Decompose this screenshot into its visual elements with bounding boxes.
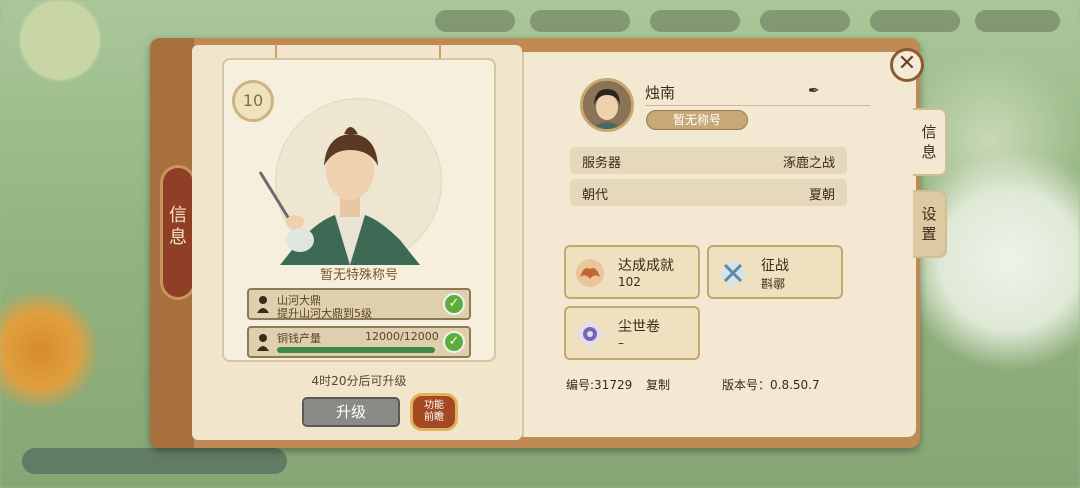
upgrade-task: 山河大鼎 提升山河大鼎到5级 ✓ [247, 288, 471, 320]
task-progress-fill [277, 347, 435, 353]
official-figure-icon [257, 296, 269, 313]
avatar[interactable] [580, 78, 634, 132]
avatar-portrait [583, 81, 631, 129]
tab-info[interactable]: 信息 [913, 108, 947, 176]
scroll-emblem-icon [575, 319, 605, 349]
row-key: 服务器 [582, 156, 622, 171]
feature-preview-button[interactable]: 功能 前瞻 [410, 393, 458, 431]
crossed-swords-icon [718, 258, 748, 288]
close-icon: ✕ [897, 51, 917, 76]
task-progress-bar [277, 347, 435, 353]
upgrade-button[interactable]: 升级 [302, 397, 400, 427]
phoenix-icon [576, 259, 604, 287]
achievement-card[interactable]: 达成成就 102 [564, 245, 700, 299]
top-status-pill [760, 10, 850, 32]
copy-button[interactable]: 复制 [646, 376, 670, 393]
task-progress-value: 12000/12000 [365, 330, 439, 343]
card-value: 斟鄩 [761, 277, 786, 291]
check-icon: ✓ [443, 331, 465, 353]
upgrade-task: 铜钱产量 12000/12000 ✓ [247, 326, 471, 358]
top-status-pill [650, 10, 740, 32]
info-row-server: 服务器 涿鹿之战 [570, 147, 847, 174]
title-badge[interactable]: 暂无称号 [646, 110, 748, 130]
row-key: 朝代 [582, 188, 609, 203]
edit-pen-icon[interactable]: ✒ [808, 83, 824, 99]
card-name: 尘世卷 [618, 319, 660, 335]
tab-settings[interactable]: 设置 [913, 190, 947, 258]
top-status-pill [530, 10, 630, 32]
name-underline [645, 105, 870, 106]
version-label: 版本号：0.8.50.7 [722, 378, 820, 392]
check-icon: ✓ [443, 293, 465, 315]
preview-label-line: 前瞻 [424, 412, 444, 423]
info-row-dynasty: 朝代 夏朝 [570, 179, 847, 206]
card-name: 征战 [761, 258, 789, 274]
task-description: 提升山河大鼎到5级 [277, 307, 372, 320]
top-status-pill [870, 10, 960, 32]
preview-label-line: 功能 [424, 400, 444, 411]
player-id: 编号:31729 [566, 378, 633, 392]
top-status-pill [975, 10, 1060, 32]
upgrade-countdown: 4时20分后可升级 [311, 374, 407, 388]
player-name: 烛南 [645, 84, 676, 102]
official-figure-icon [257, 334, 269, 351]
card-value: 102 [618, 275, 641, 289]
chat-bar [22, 448, 287, 474]
card-name: 达成成就 [618, 258, 674, 274]
tab-label: 设置 [921, 205, 937, 243]
row-value: 涿鹿之战 [782, 156, 835, 171]
mortal-scroll-card[interactable]: 尘世卷 – [564, 306, 700, 360]
close-button[interactable]: ✕ [890, 48, 924, 82]
campaign-card[interactable]: 征战 斟鄩 [707, 245, 843, 299]
card-value: – [618, 336, 624, 350]
tab-label: 信息 [921, 123, 937, 161]
task-title: 铜钱产量 [277, 332, 321, 345]
row-value: 夏朝 [808, 188, 835, 203]
top-status-pill [435, 10, 515, 32]
special-title-text: 暂无特殊称号 [319, 268, 398, 283]
official-portrait [258, 127, 420, 265]
spine-label: 信息 [169, 205, 187, 248]
